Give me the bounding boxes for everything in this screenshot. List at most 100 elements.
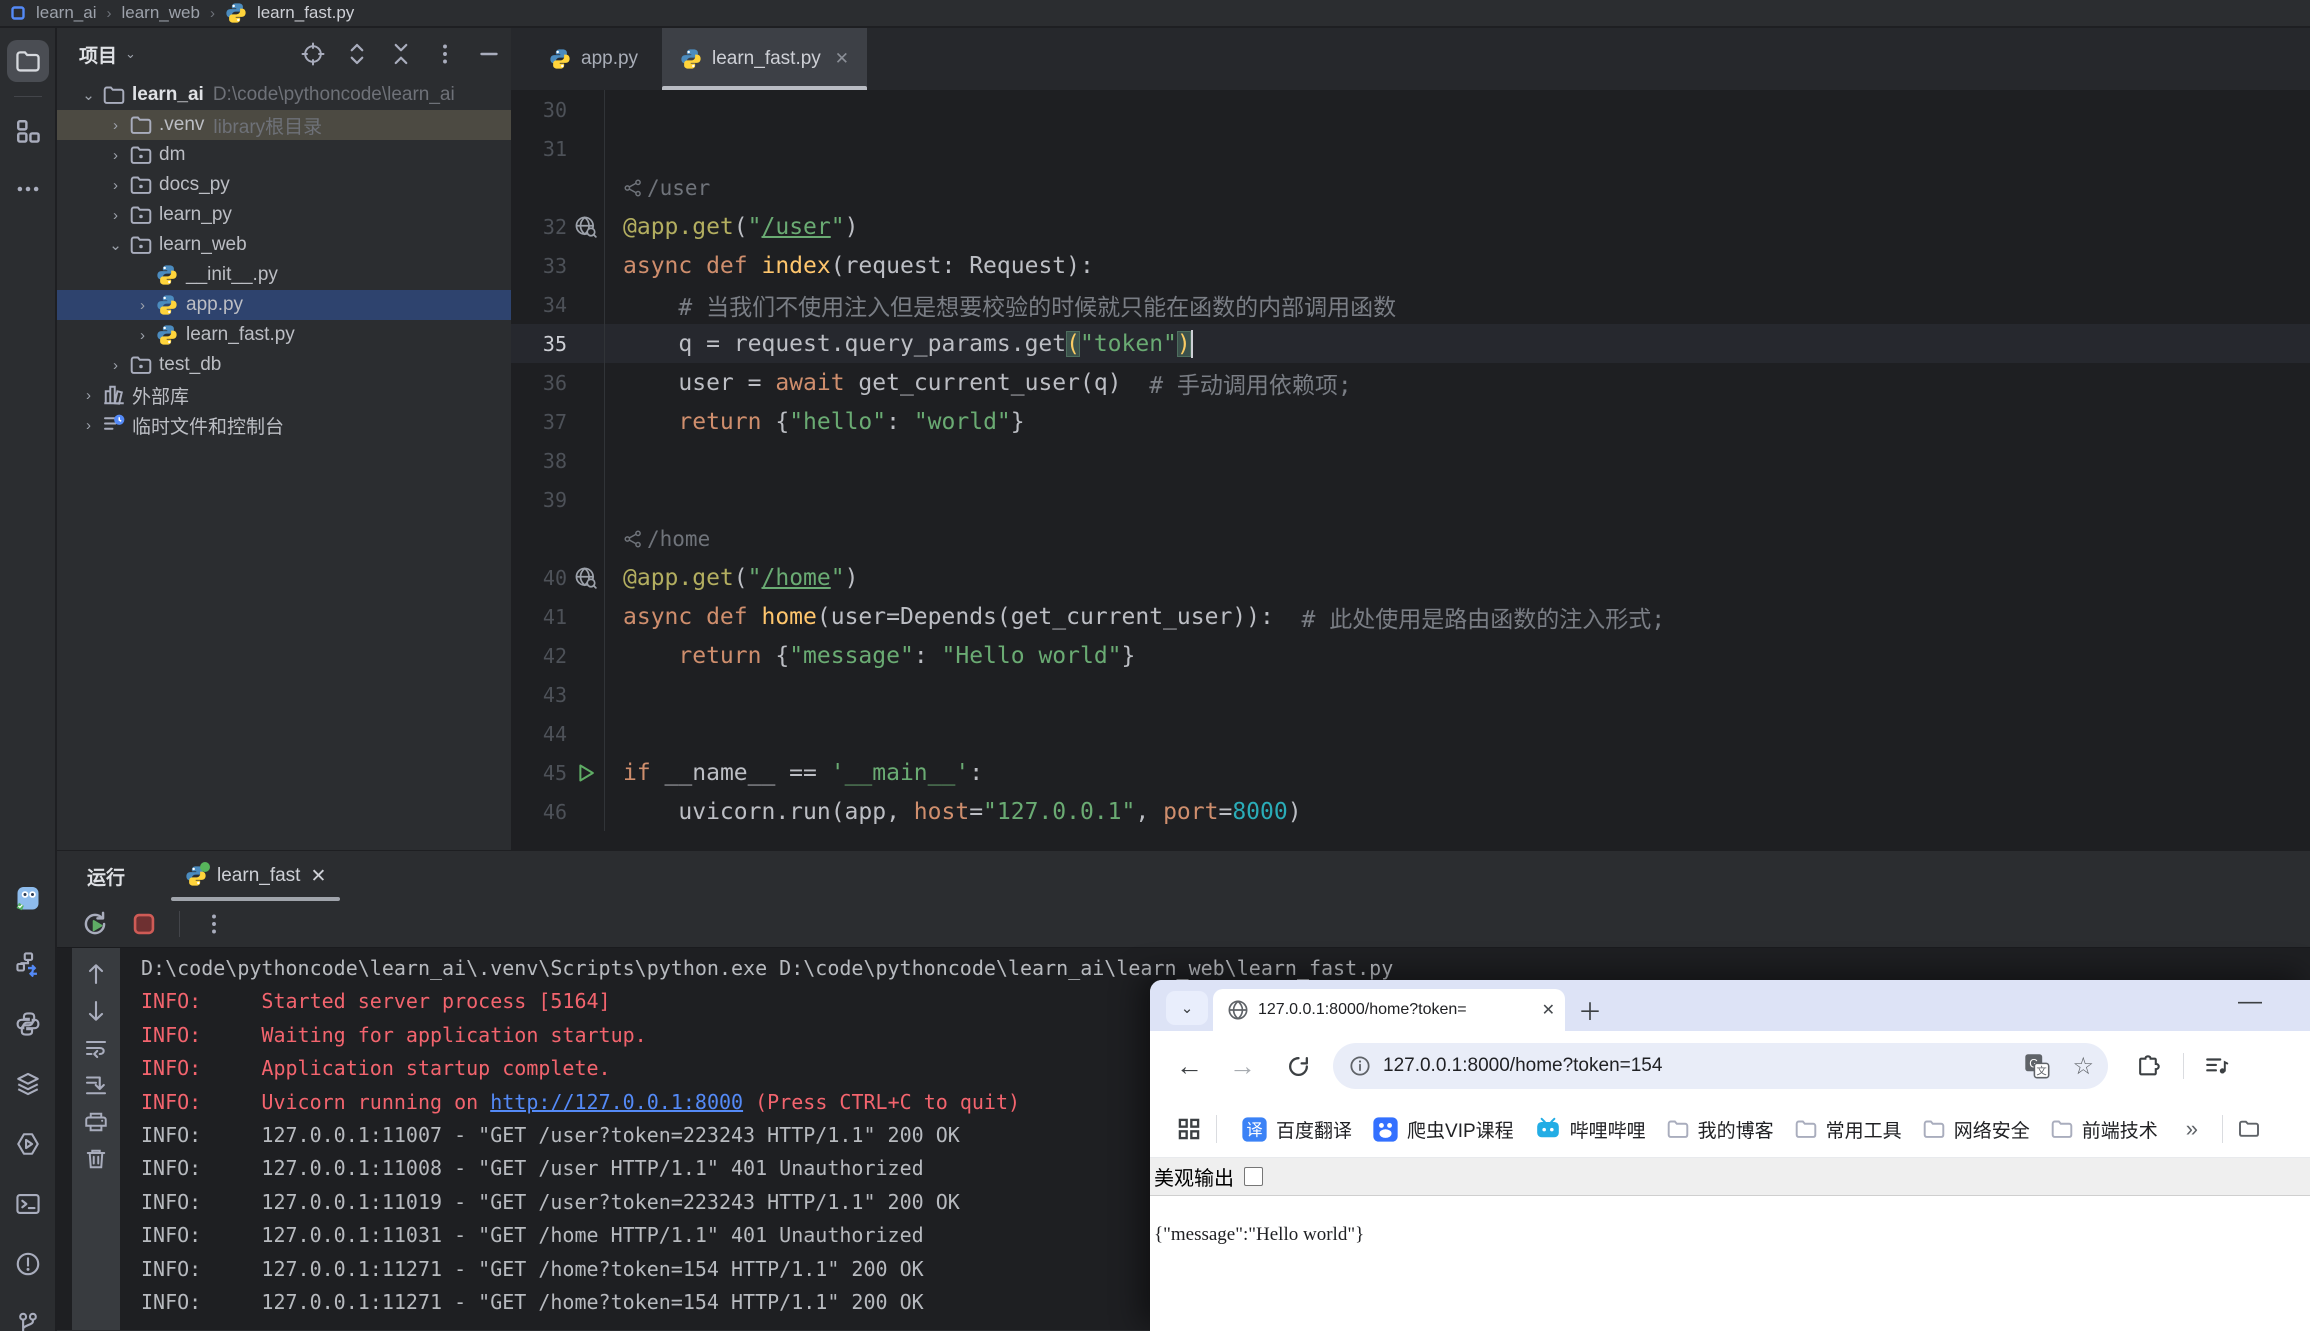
scroll-end-icon[interactable] [84,1073,108,1097]
tree-item-外部库[interactable]: ›外部库 [57,380,511,410]
bookmark-常用工具[interactable]: 常用工具 [1784,1116,1912,1143]
run-tab-learn-fast[interactable]: learn_fast ✕ [171,851,340,901]
tree-item-docs_py[interactable]: ›docs_py [57,170,511,200]
project-panel-title[interactable]: 项目 [79,41,117,68]
pretty-print-checkbox[interactable] [1244,1167,1263,1186]
expand-all-icon[interactable] [345,42,369,66]
media-controls-icon[interactable] [2204,1053,2230,1079]
locate-file-icon[interactable] [301,42,325,66]
gutter-border [604,714,605,753]
print-icon[interactable] [84,1110,108,1134]
tree-item-dm[interactable]: ›dm [57,140,511,170]
code-inlay-row: /user [511,168,2310,207]
chevron-right-icon[interactable]: › [102,117,129,134]
bookmark-前端技术[interactable]: 前端技术 [2040,1116,2168,1143]
tab-search-button[interactable]: ⌄ [1166,991,1208,1025]
problems-button[interactable] [7,1243,49,1285]
project-tool-button[interactable] [7,40,49,82]
code-token: : [969,760,983,786]
minimize-icon[interactable]: — [2238,988,2262,1016]
code-area[interactable]: 3031/user32@app.get("/user")33async def … [511,90,2310,831]
reload-icon[interactable] [1286,1054,1311,1079]
bookmark-爬虫VIP课程[interactable]: 爬虫VIP课程 [1362,1116,1524,1143]
site-info-icon[interactable] [1349,1055,1371,1077]
console-link[interactable]: http://127.0.0.1:8000 [490,1090,743,1114]
bookmark-star-icon[interactable]: ☆ [2072,1052,2094,1081]
run-tool-button[interactable] [7,1123,49,1165]
breadcrumb-root[interactable]: learn_ai [36,3,97,23]
apps-grid-icon[interactable] [1176,1116,1202,1142]
trash-icon[interactable] [84,1147,108,1171]
more-tools-button[interactable] [7,168,49,210]
tree-item-test_db[interactable]: ›test_db [57,350,511,380]
chevron-right-icon[interactable]: › [75,387,102,404]
new-tab-icon[interactable]: ＋ [1578,992,1602,1027]
arrow-up-icon[interactable] [84,962,108,986]
share-icon [623,529,643,549]
endpoint-gutter-icon[interactable] [567,215,604,238]
translate-icon[interactable]: G文 [2024,1053,2050,1079]
endpoint-gutter-icon[interactable] [567,566,604,589]
bookmark-网络安全[interactable]: 网络安全 [1912,1116,2040,1143]
rerun-icon[interactable] [81,910,109,938]
address-bar[interactable]: 127.0.0.1:8000/home?token=154 G文 ☆ [1333,1043,2108,1089]
stop-icon[interactable] [131,911,157,937]
endpoint-inlay-hint[interactable]: /user [623,176,710,200]
tab-app-py[interactable]: app.py [531,28,656,90]
bookmark-我的博客[interactable]: 我的博客 [1656,1116,1784,1143]
url-text[interactable]: 127.0.0.1:8000/home?token=154 [1383,1055,2024,1077]
endpoint-inlay-hint[interactable]: /home [623,527,710,551]
chevron-right-icon[interactable]: › [75,417,102,434]
chevron-right-icon[interactable]: › [102,177,129,194]
tab-learn-fast-py[interactable]: learn_fast.py ✕ [662,28,867,90]
inlay-text: /home [647,527,710,551]
python-file-icon [225,2,247,24]
collapse-all-icon[interactable] [389,42,413,66]
forward-icon[interactable]: → [1229,1051,1256,1082]
tree-item-learn_fast.py[interactable]: ›learn_fast.py [57,320,511,350]
tree-item-learn_ai[interactable]: ⌄learn_aiD:\code\pythoncode\learn_ai [57,80,511,110]
arrow-down-icon[interactable] [84,999,108,1023]
more-options-icon[interactable] [202,912,226,936]
bookmark-哔哩哔哩[interactable]: 哔哩哔哩 [1524,1115,1656,1143]
chevron-right-icon[interactable]: › [102,147,129,164]
chevron-down-icon[interactable]: ⌄ [75,86,102,104]
back-icon[interactable]: ← [1176,1051,1203,1082]
code-line-33: 33async def index(request: Request): [511,246,2310,285]
tree-item-__init__.py[interactable]: __init__.py [57,260,511,290]
chevron-right-icon[interactable]: › [102,357,129,374]
bookmark-百度翻译[interactable]: 译百度翻译 [1231,1116,1362,1143]
tree-item-learn_web[interactable]: ⌄learn_web [57,230,511,260]
close-icon[interactable]: ✕ [1542,1000,1555,1020]
bookmarks-bar: 译百度翻译爬虫VIP课程哔哩哔哩 我的博客常用工具网络安全前端技术 » [1150,1101,2310,1158]
ai-assistant-button[interactable] [7,878,49,920]
panel-options-icon[interactable] [433,42,457,66]
tree-item-.venv[interactable]: ›.venvlibrary根目录 [57,110,511,140]
run-gutter-icon[interactable] [567,763,604,783]
structure-tool-button[interactable] [7,110,49,152]
chevron-right-icon[interactable]: › [129,327,156,344]
tree-item-learn_py[interactable]: ›learn_py [57,200,511,230]
browser-tab[interactable]: 127.0.0.1:8000/home?token= ✕ [1213,989,1565,1031]
breadcrumb-package[interactable]: learn_web [122,3,200,23]
folder-icon[interactable] [2237,1117,2261,1141]
chevron-right-icon[interactable]: › [102,207,129,224]
terminal-button[interactable] [7,1183,49,1225]
chevron-down-icon[interactable]: ⌄ [102,236,129,254]
extensions-icon[interactable] [2136,1054,2161,1079]
close-icon[interactable]: ✕ [310,865,326,888]
breadcrumb-file[interactable]: learn_fast.py [257,3,354,23]
close-icon[interactable]: ✕ [835,49,849,69]
services-button[interactable] [7,943,49,985]
tree-item-临时文件和控制台[interactable]: ›临时文件和控制台 [57,410,511,440]
tree-item-app.py[interactable]: ›app.py [57,290,511,320]
python-console-button[interactable] [7,1003,49,1045]
python-packages-button[interactable] [7,1063,49,1105]
chevron-right-icon[interactable]: › [129,297,156,314]
bookmark-label: 我的博客 [1698,1116,1774,1143]
soft-wrap-icon[interactable] [84,1036,108,1060]
hide-panel-icon[interactable] [477,42,501,66]
console-text: INFO: 127.0.0.1:11008 - "GET /user HTTP/… [141,1156,924,1180]
version-control-button[interactable] [7,1303,49,1331]
bookmarks-overflow-icon[interactable]: » [2176,1116,2208,1142]
